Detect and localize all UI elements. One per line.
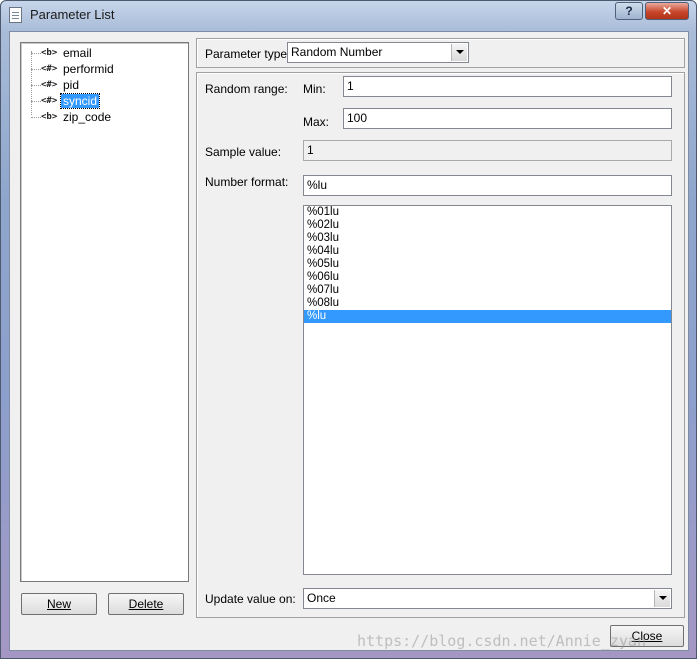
min-label: Min: xyxy=(303,82,326,96)
sample-value-field: 1 xyxy=(303,140,672,161)
max-input[interactable]: 100 xyxy=(343,108,672,129)
list-item[interactable]: %06lu xyxy=(304,271,671,284)
parameter-list-window: Parameter List ? ✕ <b> email <#> perform… xyxy=(0,0,697,659)
window-close-button[interactable]: ✕ xyxy=(645,2,689,20)
sample-value-label: Sample value: xyxy=(205,145,282,159)
tree-item-performid[interactable]: <#> performid xyxy=(21,61,186,77)
new-button-label: New xyxy=(46,597,71,611)
document-icon xyxy=(9,7,22,23)
watermark: https://blog.csdn.net/Annie_zyan xyxy=(357,632,646,650)
chevron-down-icon[interactable] xyxy=(654,590,670,607)
tree-item-syncid[interactable]: <#> syncid xyxy=(21,93,186,109)
list-item[interactable]: %01lu xyxy=(304,206,671,219)
text-param-icon: <b> xyxy=(41,48,58,58)
help-button[interactable]: ? xyxy=(615,2,643,20)
number-format-input[interactable]: %lu xyxy=(303,175,672,196)
tree-item-label: zip_code xyxy=(63,110,112,124)
window-title: Parameter List xyxy=(30,7,115,22)
list-item[interactable]: %07lu xyxy=(304,284,671,297)
number-format-list[interactable]: %01lu %02lu %03lu %04lu %05lu %06lu %07l… xyxy=(303,205,672,575)
list-item[interactable]: %08lu xyxy=(304,297,671,310)
random-range-label: Random range: xyxy=(205,82,288,96)
number-param-icon: <#> xyxy=(41,80,58,90)
close-icon: ✕ xyxy=(661,4,673,18)
parameter-type-panel: Parameter type: Random Number xyxy=(196,38,685,68)
list-item[interactable]: %05lu xyxy=(304,258,671,271)
tree-item-label: performid xyxy=(63,62,114,76)
tree-item-zip-code[interactable]: <b> zip_code xyxy=(21,109,186,125)
tree-item-label-selected: syncid xyxy=(59,93,101,109)
number-param-icon: <#> xyxy=(41,64,58,74)
parameter-type-value: Random Number xyxy=(291,45,383,59)
list-item[interactable]: %04lu xyxy=(304,245,671,258)
parameter-type-select[interactable]: Random Number xyxy=(287,42,469,63)
number-param-icon: <#> xyxy=(41,96,58,106)
parameter-type-label: Parameter type: xyxy=(205,47,291,61)
parameter-properties-panel: Random range: Min: 1 Max: 100 Sample val… xyxy=(196,72,685,618)
tree-item-email[interactable]: <b> email xyxy=(21,45,186,61)
delete-button-label: Delete xyxy=(128,597,164,611)
list-item[interactable]: %03lu xyxy=(304,232,671,245)
title-bar[interactable]: Parameter List ? ✕ xyxy=(1,1,696,29)
new-button[interactable]: New xyxy=(21,593,97,615)
list-item[interactable]: %02lu xyxy=(304,219,671,232)
list-item-selected[interactable]: %lu xyxy=(304,310,671,323)
text-param-icon: <b> xyxy=(41,112,58,122)
max-label: Max: xyxy=(303,115,330,129)
update-value-label: Update value on: xyxy=(205,592,296,606)
delete-button[interactable]: Delete xyxy=(108,593,184,615)
tree-item-pid[interactable]: <#> pid xyxy=(21,77,186,93)
tree-item-label: pid xyxy=(63,78,80,92)
parameter-tree[interactable]: <b> email <#> performid <#> pid <#> sync… xyxy=(20,42,189,582)
update-value-value: Once xyxy=(307,591,336,605)
min-input[interactable]: 1 xyxy=(343,76,672,97)
chevron-down-icon[interactable] xyxy=(451,44,467,61)
number-format-label: Number format: xyxy=(205,175,289,189)
update-value-select[interactable]: Once xyxy=(303,588,672,609)
dialog-client-area: <b> email <#> performid <#> pid <#> sync… xyxy=(9,31,689,651)
tree-item-label: email xyxy=(63,46,92,60)
